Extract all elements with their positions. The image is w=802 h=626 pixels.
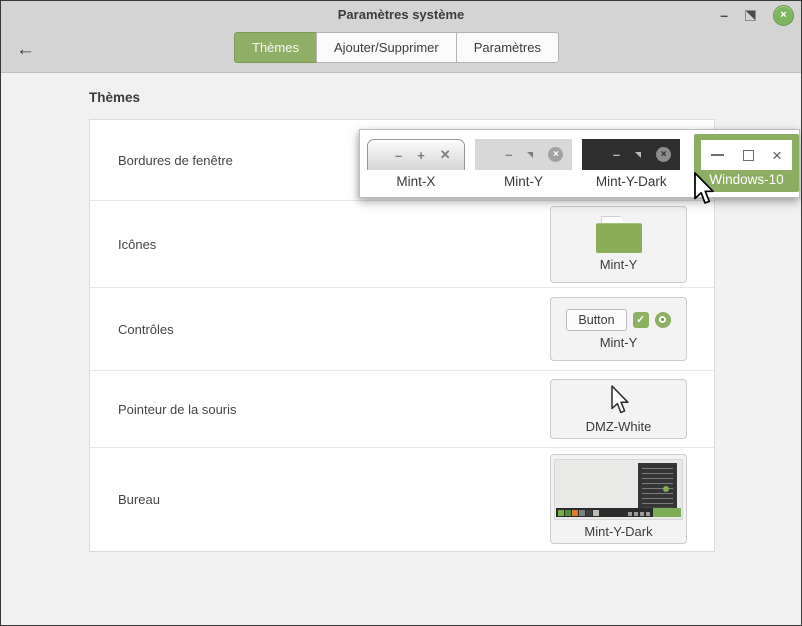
restore-icon — [527, 152, 533, 158]
tab-settings[interactable]: Paramètres — [456, 32, 559, 63]
desktop-theme-value: Mint-Y-Dark — [584, 524, 652, 539]
pointer-theme-button[interactable]: DMZ-White — [550, 379, 687, 439]
row-icons: Icônes Mint-Y — [90, 201, 714, 288]
mouse-cursor-icon — [691, 172, 714, 206]
titlebar-preview-windows-10: × — [701, 140, 792, 170]
titlebar-preview-mint-y-dark: – × — [582, 139, 680, 170]
row-label-icons: Icônes — [118, 237, 156, 252]
row-controls: Contrôles Button ✓ Mint-Y — [90, 288, 714, 371]
window-title: Paramètres système — [1, 1, 801, 29]
minimize-icon: – — [613, 147, 620, 162]
popup-item-mint-x[interactable]: – + ✕ Mint-X — [367, 130, 465, 189]
maximize-icon: + — [417, 148, 425, 163]
back-button[interactable]: ← — [16, 38, 35, 62]
row-desktop: Bureau — [90, 448, 714, 550]
tray-icons-preview — [628, 512, 650, 516]
icon-theme-button[interactable]: Mint-Y — [550, 206, 687, 283]
row-label-mouse-pointer: Pointeur de la souris — [118, 402, 237, 417]
titlebar-preview-mint-y: – × — [475, 139, 573, 170]
minimize-icon: – — [395, 148, 402, 163]
tab-add-remove[interactable]: Ajouter/Supprimer — [316, 32, 457, 63]
popup-item-label: Mint-Y — [504, 175, 543, 189]
minimize-icon — [711, 154, 724, 156]
icon-theme-value: Mint-Y — [600, 257, 638, 272]
row-label-desktop: Bureau — [118, 492, 160, 507]
popup-item-mint-y[interactable]: – × Mint-Y — [475, 130, 573, 189]
pointer-theme-value: DMZ-White — [586, 419, 652, 434]
popup-item-label: Windows-10 — [709, 173, 783, 187]
controls-theme-value: Mint-Y — [600, 335, 638, 350]
controls-theme-button[interactable]: Button ✓ Mint-Y — [550, 297, 687, 361]
restore-icon[interactable] — [745, 10, 756, 21]
calendar-widget-preview — [638, 463, 677, 514]
row-label-window-borders: Bordures de fenêtre — [118, 153, 233, 168]
toolbar: ← Thèmes Ajouter/Supprimer Paramètres — [1, 29, 801, 73]
system-settings-window: Paramètres système – × ← Thèmes Ajouter/… — [0, 0, 802, 626]
minimize-icon: – — [505, 147, 512, 162]
maximize-icon — [743, 150, 754, 161]
button-preview: Button — [566, 309, 626, 331]
close-icon: × — [548, 147, 563, 162]
close-icon: × — [772, 147, 782, 164]
window-controls: – × — [720, 1, 794, 29]
popup-item-mint-y-dark[interactable]: – × Mint-Y-Dark — [582, 130, 680, 189]
tab-bar: Thèmes Ajouter/Supprimer Paramètres — [234, 32, 559, 63]
folder-icon — [596, 216, 642, 253]
tab-themes[interactable]: Thèmes — [234, 32, 317, 63]
row-label-controls: Contrôles — [118, 322, 174, 337]
radio-icon — [655, 312, 671, 328]
close-icon: × — [656, 147, 671, 162]
popup-item-label: Mint-X — [396, 175, 435, 189]
desktop-preview — [554, 459, 683, 520]
clock-preview — [653, 508, 681, 517]
titlebar[interactable]: Paramètres système – × — [1, 1, 801, 29]
arrow-cursor-icon — [608, 385, 630, 415]
close-button[interactable]: × — [773, 5, 794, 26]
restore-icon — [635, 152, 641, 158]
desktop-theme-button[interactable]: Mint-Y-Dark — [550, 454, 687, 544]
popup-item-label: Mint-Y-Dark — [596, 175, 667, 189]
page-heading: Thèmes — [89, 90, 140, 105]
checkbox-icon: ✓ — [633, 312, 649, 328]
close-icon: ✕ — [440, 147, 451, 163]
window-border-theme-popup: – + ✕ Mint-X – × Mint-Y – × Mint-Y-Dark — [359, 129, 800, 198]
row-mouse-pointer: Pointeur de la souris DMZ-White — [90, 371, 714, 448]
minimize-button[interactable]: – — [720, 10, 728, 20]
titlebar-preview-mint-x: – + ✕ — [367, 139, 465, 170]
controls-preview: Button ✓ — [566, 309, 670, 331]
